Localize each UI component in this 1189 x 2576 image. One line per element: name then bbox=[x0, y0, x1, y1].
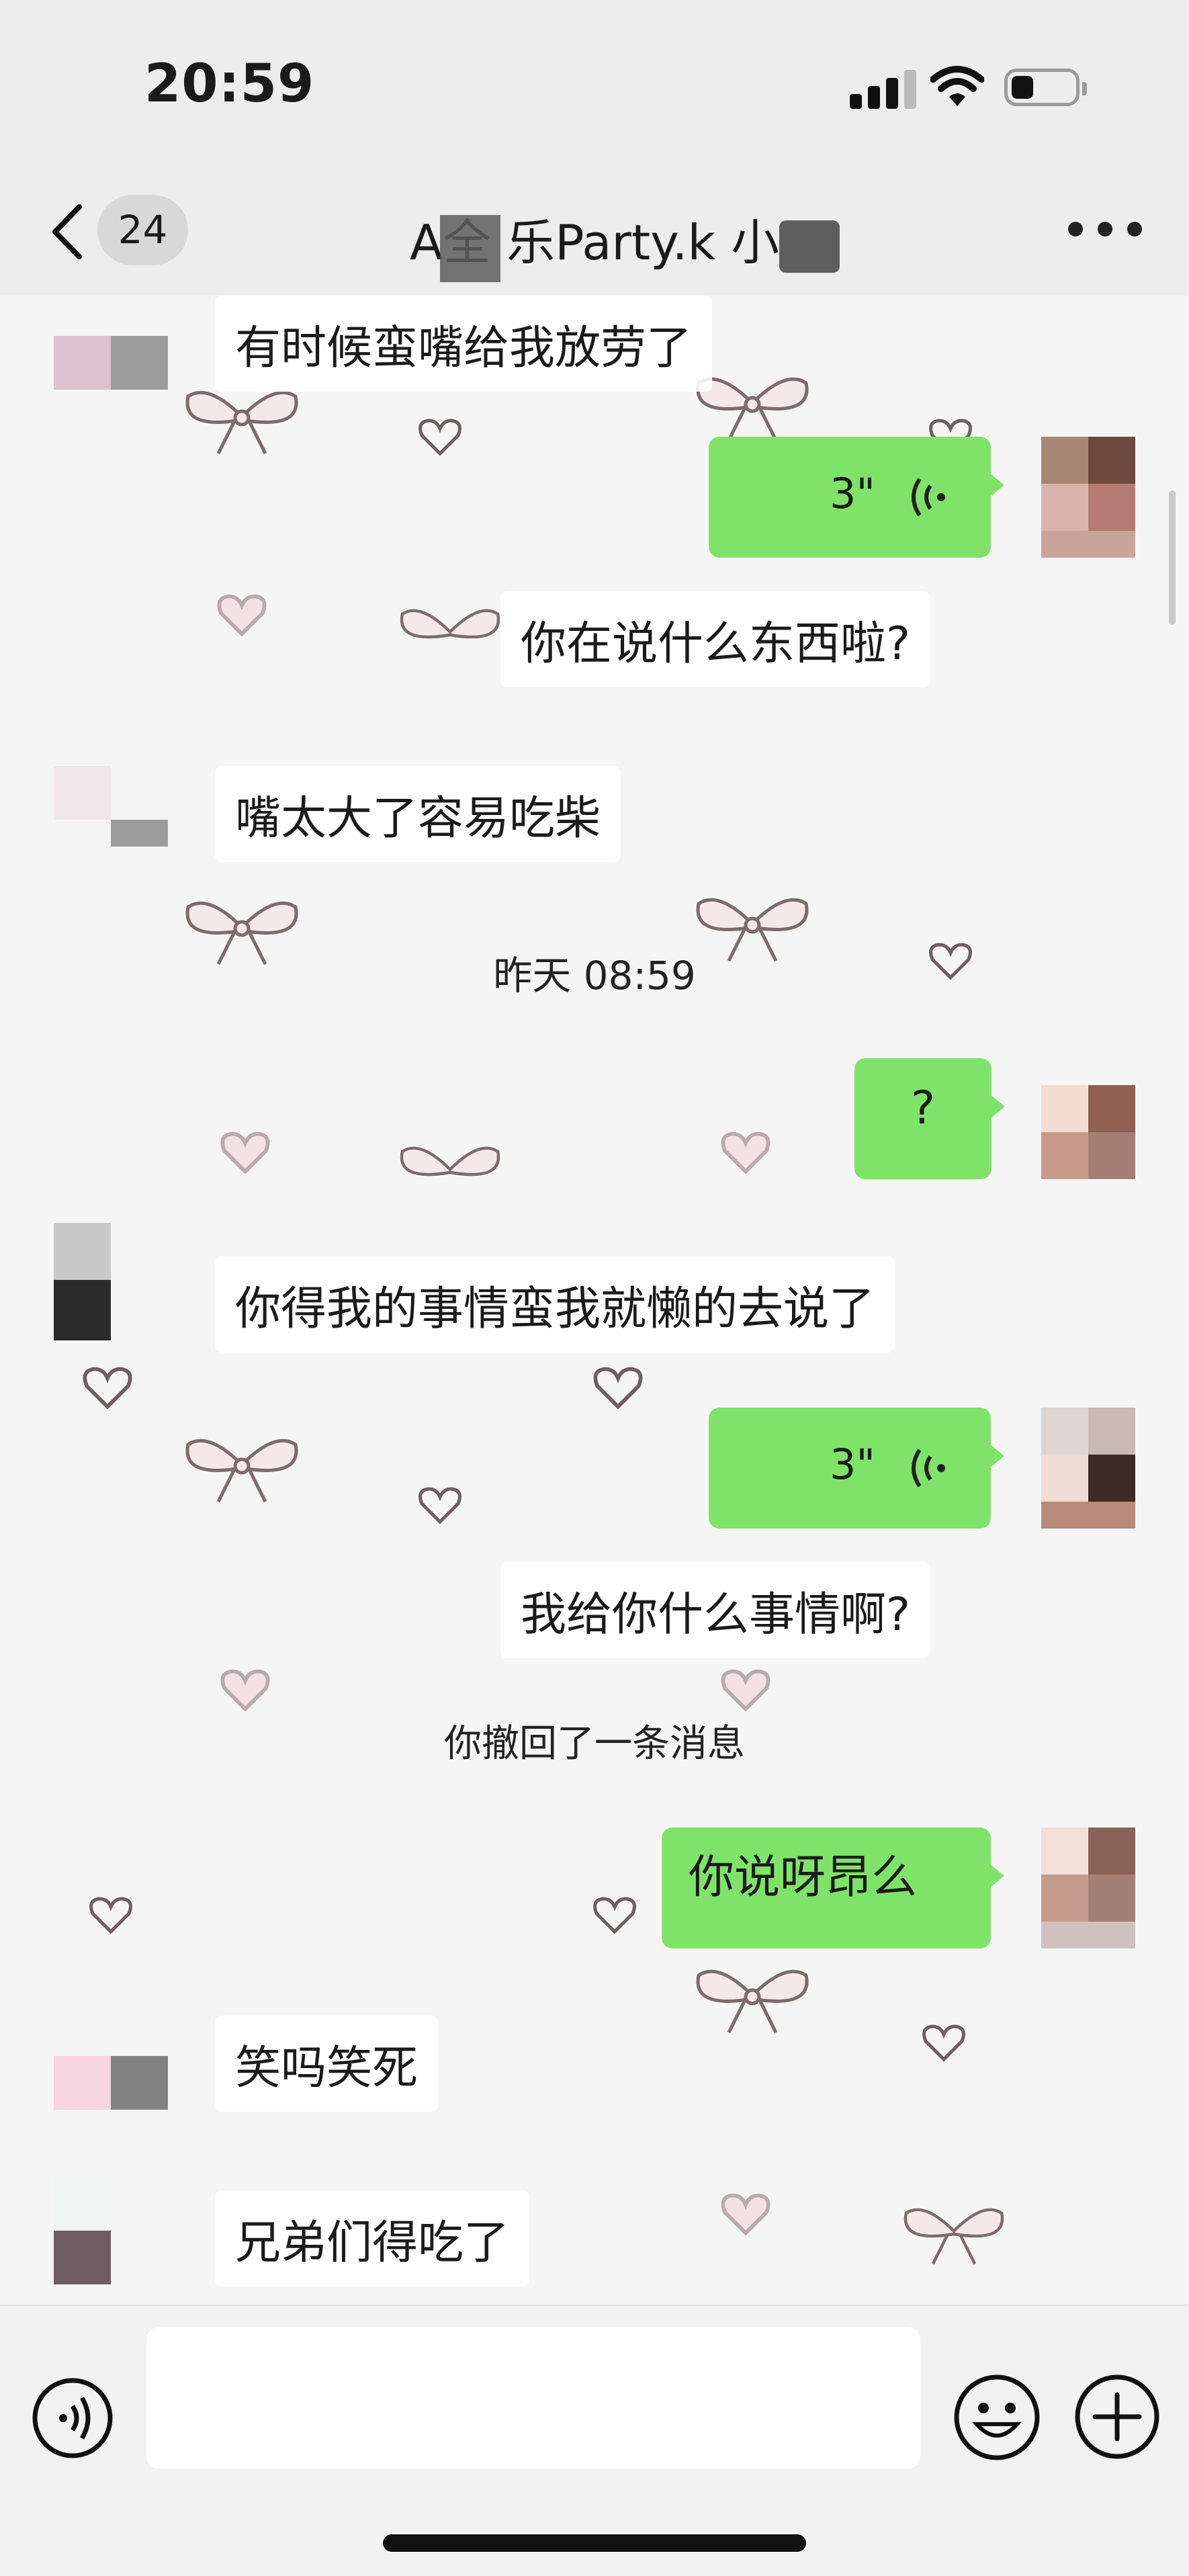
voice-message-bubble[interactable]: 3" bbox=[709, 1408, 1004, 1529]
status-bar: 20:59 bbox=[0, 0, 1189, 168]
home-indicator bbox=[383, 2534, 806, 2552]
title-censor-block bbox=[779, 220, 840, 273]
bow-decoration bbox=[692, 1962, 813, 2036]
heart-decoration bbox=[218, 1666, 272, 1713]
message-bubble[interactable]: 你说呀昂么 bbox=[662, 1828, 1004, 1948]
voice-duration: 3" bbox=[830, 469, 875, 518]
avatar[interactable] bbox=[54, 2177, 168, 2298]
chat-header: 24 A全 乐Party.k 小 bbox=[0, 168, 1189, 296]
heart-decoration bbox=[218, 1129, 272, 1176]
timestamp: 昨天 08:59 bbox=[493, 953, 696, 998]
heart-decoration bbox=[81, 1364, 134, 1411]
avatar[interactable] bbox=[1041, 1408, 1155, 1529]
message-bubble[interactable]: ? bbox=[854, 1058, 1005, 1179]
bow-decoration bbox=[396, 598, 504, 672]
heart-decoration bbox=[719, 2190, 773, 2237]
heart-decoration bbox=[920, 2022, 967, 2063]
voice-wave-icon bbox=[904, 474, 951, 521]
signal-icon bbox=[850, 69, 917, 109]
heart-decoration bbox=[416, 1485, 464, 1525]
avatar[interactable] bbox=[54, 766, 168, 887]
avatar[interactable] bbox=[1041, 1058, 1155, 1179]
avatar[interactable] bbox=[1041, 1828, 1155, 1948]
system-message: 你撤回了一条消息 bbox=[444, 1722, 745, 1766]
bow-decoration bbox=[181, 1431, 302, 1505]
scrollbar[interactable] bbox=[1169, 490, 1176, 625]
plus-icon[interactable] bbox=[1073, 2373, 1161, 2460]
voice-message-bubble[interactable]: 3" bbox=[709, 437, 1004, 558]
avatar[interactable] bbox=[54, 296, 168, 417]
message-text: ? bbox=[910, 1082, 936, 1135]
chat-title: A全 乐Party.k 小 bbox=[409, 214, 780, 271]
ellipsis-icon[interactable] bbox=[1068, 222, 1142, 242]
message-bubble[interactable]: 你得我的事情蛮我就懒的去说了 bbox=[215, 1256, 895, 1353]
status-time: 20:59 bbox=[144, 54, 315, 114]
bow-decoration bbox=[900, 2197, 1008, 2271]
voice-icon[interactable] bbox=[31, 2376, 114, 2460]
heart-decoration bbox=[719, 1666, 773, 1713]
smiley-icon[interactable] bbox=[953, 2373, 1041, 2462]
message-text: 你说呀昂么 bbox=[689, 1851, 918, 1904]
avatar[interactable] bbox=[1041, 437, 1155, 558]
chat-message-list[interactable]: 有时候蛮嘴给我放劳了 3" 你在说什么东西啦? 嘴太大了容易吃柴 昨天 08:5… bbox=[0, 296, 1189, 2305]
heart-decoration bbox=[591, 1895, 638, 1935]
bow-decoration bbox=[181, 383, 302, 457]
title-censor-block bbox=[440, 215, 500, 282]
message-bubble[interactable]: 兄弟们得吃了 bbox=[215, 2190, 530, 2286]
voice-transcript: 我给你什么事情啊? bbox=[500, 1562, 931, 1658]
heart-decoration bbox=[719, 1129, 773, 1176]
voice-transcript: 你在说什么东西啦? bbox=[500, 591, 931, 687]
heart-decoration bbox=[591, 1364, 645, 1411]
bow-decoration bbox=[396, 1135, 504, 1209]
message-bubble[interactable]: 嘴太大了容易吃柴 bbox=[215, 766, 621, 862]
heart-decoration bbox=[416, 417, 464, 457]
message-bubble[interactable]: 有时候蛮嘴给我放劳了 bbox=[215, 296, 713, 392]
message-bubble[interactable]: 笑吗笑死 bbox=[215, 2016, 439, 2112]
voice-wave-icon bbox=[904, 1445, 951, 1492]
input-bar bbox=[0, 2305, 1189, 2576]
avatar[interactable] bbox=[54, 2002, 168, 2123]
voice-duration: 3" bbox=[830, 1440, 875, 1489]
message-input[interactable] bbox=[146, 2327, 920, 2468]
wifi-icon bbox=[930, 65, 985, 109]
heart-decoration bbox=[215, 591, 269, 638]
heart-decoration bbox=[87, 1895, 134, 1935]
avatar[interactable] bbox=[54, 1223, 168, 1344]
battery-icon bbox=[1004, 69, 1087, 106]
